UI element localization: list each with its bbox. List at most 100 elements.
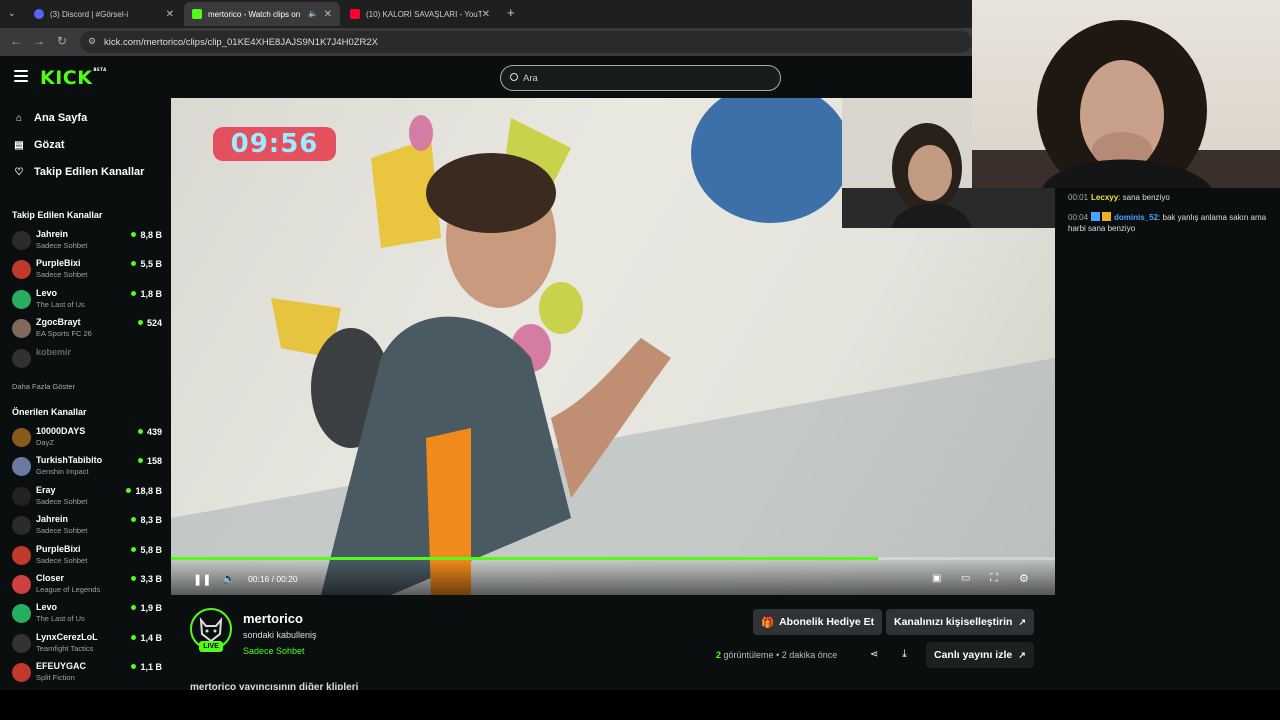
customize-channel-button[interactable]: Kanalınızı kişiselleştirin ↗ (886, 609, 1035, 635)
tab-discord[interactable]: (3) Discord | #Görsel-i ✕ (26, 2, 182, 26)
channel-name[interactable]: mertorico (243, 611, 303, 626)
kick-favicon-icon (192, 9, 202, 19)
viewer-count: 5,8 B (131, 545, 162, 555)
webcam-overlay (972, 0, 1280, 188)
close-icon[interactable]: ✕ (166, 9, 174, 20)
reload-icon[interactable]: ↻ (57, 34, 67, 48)
chat-username[interactable]: Lecxyy (1091, 193, 1118, 202)
sidebar-channel-row[interactable]: Jahrein Sadece Sohbet 8,3 B (12, 513, 162, 541)
volume-icon[interactable]: 🔈 (222, 572, 236, 585)
recommended-section-title: Önerilen Kanallar (12, 407, 87, 417)
gift-icon: 🎁 (761, 616, 775, 629)
sidebar-channel-row[interactable]: EFEUYGAC Split Fiction 1,1 B (12, 660, 162, 688)
channel-name: kobemir (36, 346, 72, 357)
hamburger-menu-icon[interactable] (14, 70, 28, 82)
sidebar-channel-row[interactable]: ZgocBrayt EA Sports FC 26 524 (12, 316, 162, 344)
viewer-count: 158 (138, 456, 162, 466)
sidebar-channel-row[interactable]: Levo The Last of Us 1,9 B (12, 601, 162, 629)
sidebar-item-label: Ana Sayfa (34, 112, 88, 124)
avatar (12, 663, 31, 683)
search-input[interactable]: Ara (500, 65, 781, 91)
sidebar-item-following[interactable]: ♡ Takip Edilen Kanallar (13, 166, 145, 178)
show-more-link[interactable]: Daha Fazla Göster (12, 382, 75, 391)
channel-name: ZgocBrayt (36, 317, 81, 328)
download-icon[interactable]: ⤓ (902, 648, 907, 661)
channel-category: The Last of Us (36, 614, 85, 624)
kick-logo[interactable]: KICKBETA (40, 67, 107, 89)
theater-mode-icon[interactable]: ▭ (961, 573, 970, 584)
sidebar-channel-row[interactable]: LynxCerezLoL Teamfight Tactics 1,4 B (12, 631, 162, 659)
more-clips-heading: mertorico yayıncısının diğer klipleri (190, 682, 359, 690)
chat-panel (1055, 188, 1280, 690)
new-tab-icon[interactable]: + (507, 5, 515, 20)
sidebar-channel-row[interactable]: TurkishTabibito Genshin Impact 158 (12, 454, 162, 482)
close-icon[interactable]: ✕ (324, 9, 332, 20)
tab-title: (10) KALORİ SAVAŞLARI - YouT (366, 9, 482, 19)
sidebar-item-home[interactable]: ⌂ Ana Sayfa (13, 112, 87, 124)
viewer-count: 8,8 B (131, 230, 162, 240)
sidebar-channel-row[interactable]: kobemir (12, 346, 162, 374)
avatar (12, 486, 31, 506)
viewer-count: 1,4 B (131, 633, 162, 643)
sidebar-channel-row[interactable]: Eray Sadece Sohbet 18,8 B (12, 484, 162, 512)
pip-icon[interactable]: ▣ (932, 573, 941, 584)
heart-icon: ♡ (14, 166, 24, 178)
viewer-count: 1,1 B (131, 662, 162, 672)
viewer-count: 1,8 B (131, 289, 162, 299)
channel-name: PurpleBixi (36, 543, 81, 554)
sidebar-channel-row[interactable]: Levo The Last of Us 1,8 B (12, 287, 162, 315)
sidebar-channel-row[interactable]: Closer League of Legends 3,3 B (12, 572, 162, 600)
tab-title: mertorico - Watch clips on (208, 9, 301, 19)
taskbar-strip (0, 690, 1280, 720)
chat-message: 00:04 dominis_52: bak yanlış anlama sakın… (1068, 212, 1267, 233)
chat-username[interactable]: dominis_52 (1114, 213, 1158, 222)
sidebar-channel-row[interactable]: PurpleBixi Sadece Sohbet 5,5 B (12, 257, 162, 285)
overlay-timer: 09:56 (213, 127, 336, 161)
avatar (12, 516, 31, 536)
channel-name: TurkishTabibito (36, 455, 103, 466)
url-field[interactable]: ⚙ kick.com/mertorico/clips/clip_01KE4XHE… (80, 31, 972, 53)
fullscreen-icon[interactable]: ⛶ (990, 572, 998, 585)
viewer-count: 1,9 B (131, 603, 162, 613)
pause-icon[interactable]: ❚❚ (193, 573, 211, 586)
close-icon[interactable]: ✕ (482, 9, 490, 20)
channel-category: Sadece Sohbet (36, 555, 88, 565)
tab-kick-clip[interactable]: mertorico - Watch clips on 🔈 ✕ (184, 2, 340, 26)
mute-icon[interactable]: 🔈 (308, 9, 318, 18)
sidebar-channel-row[interactable]: PurpleBixi Sadece Sohbet 5,8 B (12, 543, 162, 571)
channel-category: The Last of Us (36, 299, 85, 309)
time-ago: 2 dakika önce (781, 650, 838, 660)
clip-category[interactable]: Sadece Sohbet (243, 646, 305, 656)
gift-subscription-button[interactable]: 🎁 Abonelik Hediye Et (753, 609, 883, 635)
view-count: 2 görüntüleme • 2 dakika önce (716, 650, 838, 660)
back-icon[interactable]: ← (10, 34, 22, 48)
settings-icon[interactable]: ⚙ (1019, 572, 1029, 585)
logo-text: KICK (40, 67, 93, 89)
views-number: 2 (716, 650, 722, 660)
site-info-icon[interactable]: ⚙ (88, 36, 96, 47)
channel-name: 10000DAYS (36, 426, 86, 436)
forward-icon[interactable]: → (33, 34, 45, 48)
share-icon[interactable]: ⋖ (870, 649, 878, 660)
external-link-icon: ↗ (1018, 616, 1027, 627)
channel-category: Sadece Sohbet (36, 270, 88, 280)
sidebar-channel-row[interactable]: 10000DAYS DayZ 439 (12, 425, 162, 453)
sidebar-item-browse[interactable]: ▤ Gözat (13, 139, 64, 151)
viewer-count: 5,5 B (131, 259, 162, 269)
watch-live-button[interactable]: Canlı yayını izle ↗ (926, 642, 1034, 668)
avatar (12, 575, 31, 594)
channel-category: DayZ (36, 438, 54, 447)
channel-name: EFEUYGAC (36, 661, 87, 672)
viewer-count: 8,3 B (131, 515, 162, 525)
channel-name: PurpleBixi (36, 258, 81, 269)
avatar (12, 545, 31, 565)
crown-badge-icon (1102, 212, 1112, 221)
tab-youtube[interactable]: (10) KALORİ SAVAŞLARI - YouT ✕ (342, 2, 498, 26)
browser-tab-bar: ⌄ (3) Discord | #Görsel-i ✕ mertorico - … (0, 0, 972, 28)
viewer-count: 18,8 B (126, 486, 162, 496)
sidebar-channel-row[interactable]: Jahrein Sadece Sohbet 8,8 B (12, 228, 162, 256)
channel-category: Genshin Impact (36, 467, 89, 477)
viewer-count: 3,3 B (131, 574, 162, 584)
tab-list-chevron-icon[interactable]: ⌄ (8, 8, 16, 19)
sidebar: ⌂ Ana Sayfa ▤ Gözat ♡ Takip Edilen Kanallar… (0, 98, 171, 690)
